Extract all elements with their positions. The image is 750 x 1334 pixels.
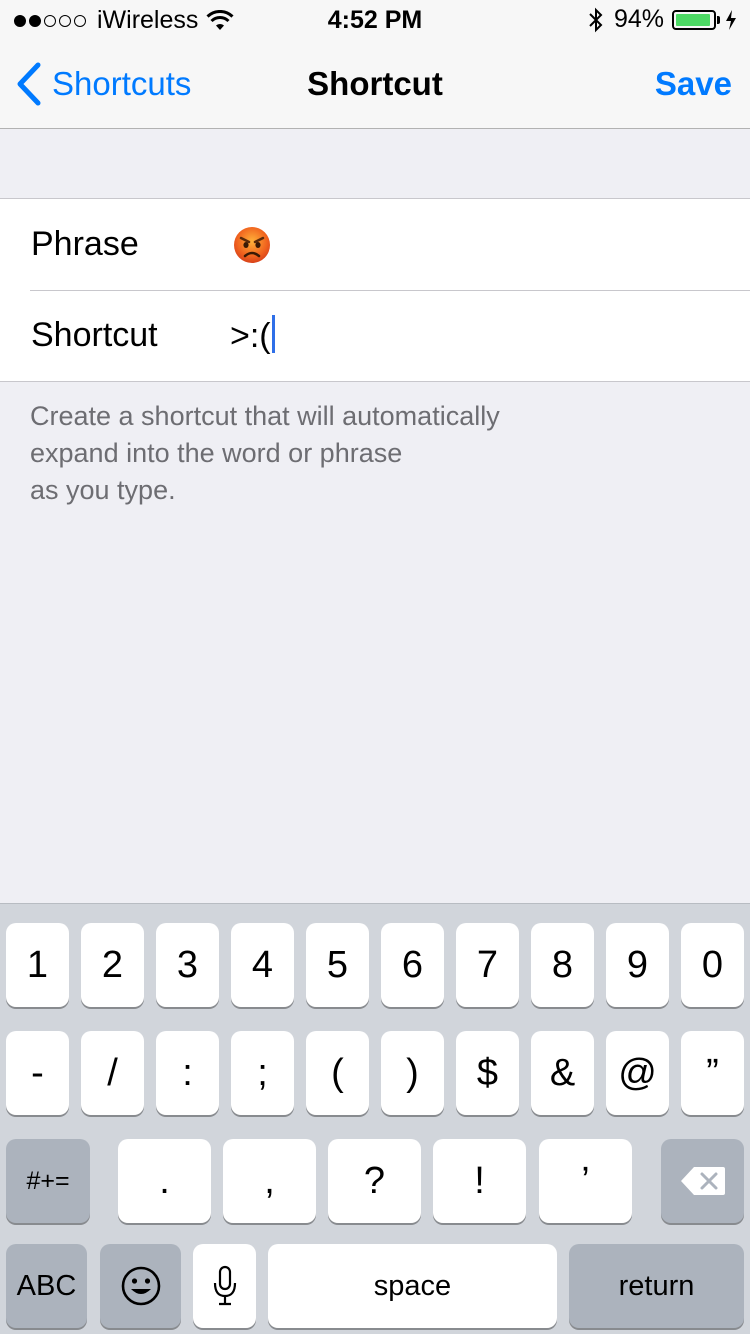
punctuation-key[interactable]: !: [433, 1139, 526, 1223]
status-left: iWireless: [14, 6, 234, 35]
symbol-key[interactable]: :: [156, 1031, 219, 1115]
symbol-key[interactable]: @: [606, 1031, 669, 1115]
keyboard: #+= ABC space return 1 2 3 4 5 6 7 8 9 0 - /:;() $ & @…: [0, 903, 750, 1334]
symbol-key[interactable]: $: [456, 1031, 519, 1115]
smiley-icon: [121, 1266, 160, 1306]
charging-bolt-icon: [726, 9, 736, 30]
digit-key[interactable]: 8: [531, 923, 594, 1007]
chevron-left-icon: [17, 62, 41, 106]
digit-key[interactable]: 2: [81, 923, 144, 1007]
digit-key[interactable]: 6: [381, 923, 444, 1007]
microphone-icon: [213, 1265, 236, 1306]
emoji-key[interactable]: [100, 1244, 181, 1328]
symbol-key[interactable]: ;: [231, 1031, 294, 1115]
angry-face-emoji-icon: [234, 227, 270, 263]
digit-key[interactable]: 3: [156, 923, 219, 1007]
symbol-key[interactable]: -: [6, 1031, 69, 1115]
carrier-name: iWireless: [97, 6, 199, 34]
punctuation-key[interactable]: .: [118, 1139, 211, 1223]
text-cursor: [271, 315, 275, 353]
symbol-key[interactable]: /: [81, 1031, 144, 1115]
digit-key[interactable]: 1: [6, 923, 69, 1007]
punctuation-key[interactable]: ?: [328, 1139, 421, 1223]
return-key[interactable]: return: [569, 1244, 744, 1328]
back-button[interactable]: Shortcuts: [16, 60, 191, 108]
digit-key[interactable]: 7: [456, 923, 519, 1007]
symbol-key[interactable]: &: [531, 1031, 594, 1115]
phrase-label: Phrase: [31, 225, 139, 263]
shortcut-input-value: >:(: [230, 317, 271, 355]
battery-fill: [676, 13, 710, 26]
symbol-key[interactable]: ”: [681, 1031, 744, 1115]
status-bar: iWireless 4:52 PM 94%: [0, 0, 750, 40]
shortcut-row[interactable]: Shortcut >:(: [0, 290, 750, 381]
wifi-icon: [206, 9, 234, 30]
battery-cap: [717, 15, 720, 24]
back-button-label: Shortcuts: [52, 65, 192, 102]
navigation-bar: Shortcuts Shortcut Save: [0, 40, 750, 129]
shortcut-label: Shortcut: [31, 316, 158, 354]
symbol-key[interactable]: (: [306, 1031, 369, 1115]
signal-strength-icon: [14, 14, 89, 27]
shortcut-input[interactable]: >:(: [230, 315, 730, 356]
signal-dot: [74, 14, 86, 27]
battery-percent: 94%: [613, 5, 664, 33]
microphone-key[interactable]: [193, 1244, 256, 1328]
bluetooth-icon: [589, 7, 603, 32]
signal-dot: [59, 14, 71, 27]
battery-icon: [672, 9, 716, 30]
space-key[interactable]: space: [268, 1244, 557, 1328]
digit-key[interactable]: 0: [681, 923, 744, 1007]
digit-key[interactable]: 4: [231, 923, 294, 1007]
punctuation-key[interactable]: ’: [539, 1139, 632, 1223]
delete-key[interactable]: [661, 1139, 744, 1223]
abc-key[interactable]: ABC: [6, 1244, 87, 1328]
shortcut-help-text: Create a shortcut that will automaticall…: [30, 401, 500, 505]
phrase-row[interactable]: Phrase: [0, 199, 750, 290]
symbols-key[interactable]: #+=: [6, 1139, 90, 1223]
save-button[interactable]: Save: [655, 65, 732, 103]
signal-dot: [29, 14, 41, 27]
punctuation-key[interactable]: ,: [223, 1139, 316, 1223]
digit-key[interactable]: 5: [306, 923, 369, 1007]
symbol-key[interactable]: ): [381, 1031, 444, 1115]
backspace-icon: [680, 1167, 725, 1195]
shortcut-form: Phrase Shortcut >:(: [0, 198, 750, 382]
status-right: 94%: [588, 5, 738, 34]
signal-dot: [14, 14, 26, 27]
signal-dot: [44, 14, 56, 27]
digit-key[interactable]: 9: [606, 923, 669, 1007]
